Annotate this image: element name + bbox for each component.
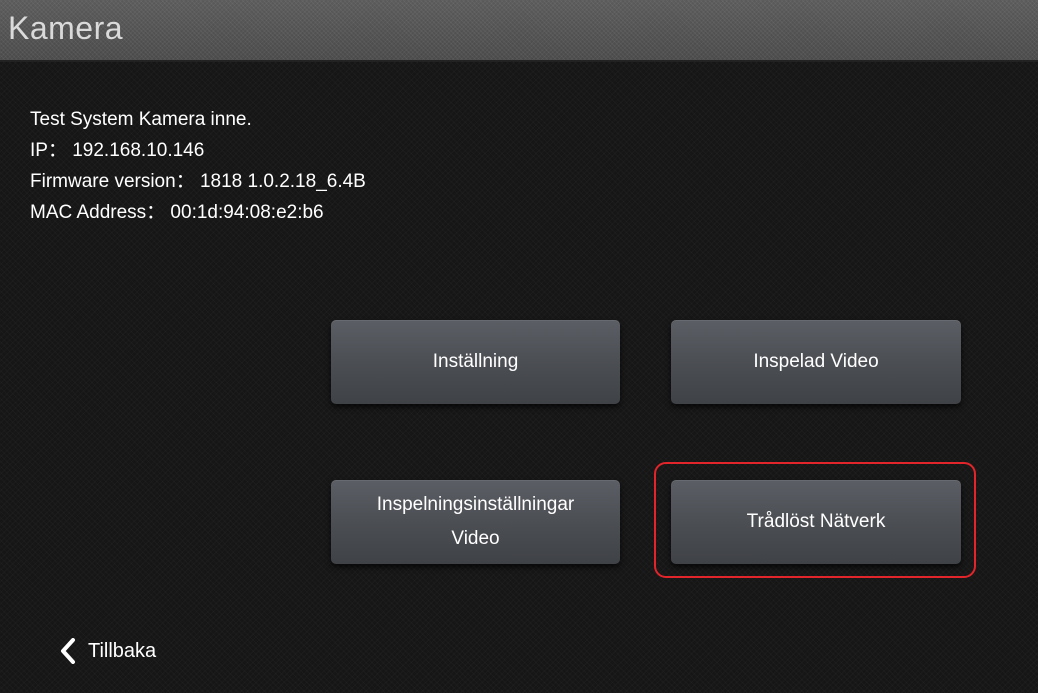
page-title: Kamera bbox=[8, 10, 124, 46]
installning-button-label: Inställning bbox=[432, 351, 519, 372]
camera-info: Test System Kamera inne. IP： 192.168.10.… bbox=[30, 104, 366, 228]
mac-address: MAC Address： 00:1d:94:08:e2:b6 bbox=[30, 202, 324, 223]
firmware-version: Firmware version： 1818 1.0.2.18_6.4B bbox=[30, 171, 366, 192]
inspelad-video-button-label: Inspelad Video bbox=[753, 351, 879, 372]
back-button[interactable]: Tillbaka bbox=[60, 633, 156, 669]
installning-button[interactable]: Inställning bbox=[331, 320, 620, 404]
inspelningsinstallningar-label-line1: Inspelningsinställningar bbox=[376, 494, 575, 515]
camera-name: Test System Kamera inne. bbox=[30, 109, 252, 130]
ip-address: IP： 192.168.10.146 bbox=[30, 140, 205, 161]
inspelningsinstallningar-video-button[interactable]: Inspelningsinställningar Video bbox=[331, 480, 620, 564]
inspelningsinstallningar-label-line2: Video bbox=[451, 528, 500, 549]
tradlost-natverk-button-label: Trådlöst Nätverk bbox=[746, 511, 886, 532]
camera-screen: Kamera Test System Kamera inne. IP： 192.… bbox=[0, 0, 1038, 693]
chevron-left-icon bbox=[61, 638, 75, 664]
back-button-label: Tillbaka bbox=[88, 639, 157, 662]
inspelad-video-button[interactable]: Inspelad Video bbox=[671, 320, 961, 404]
tradlost-natverk-button[interactable]: Trådlöst Nätverk bbox=[671, 480, 961, 564]
title-bar: Kamera bbox=[0, 0, 1038, 62]
